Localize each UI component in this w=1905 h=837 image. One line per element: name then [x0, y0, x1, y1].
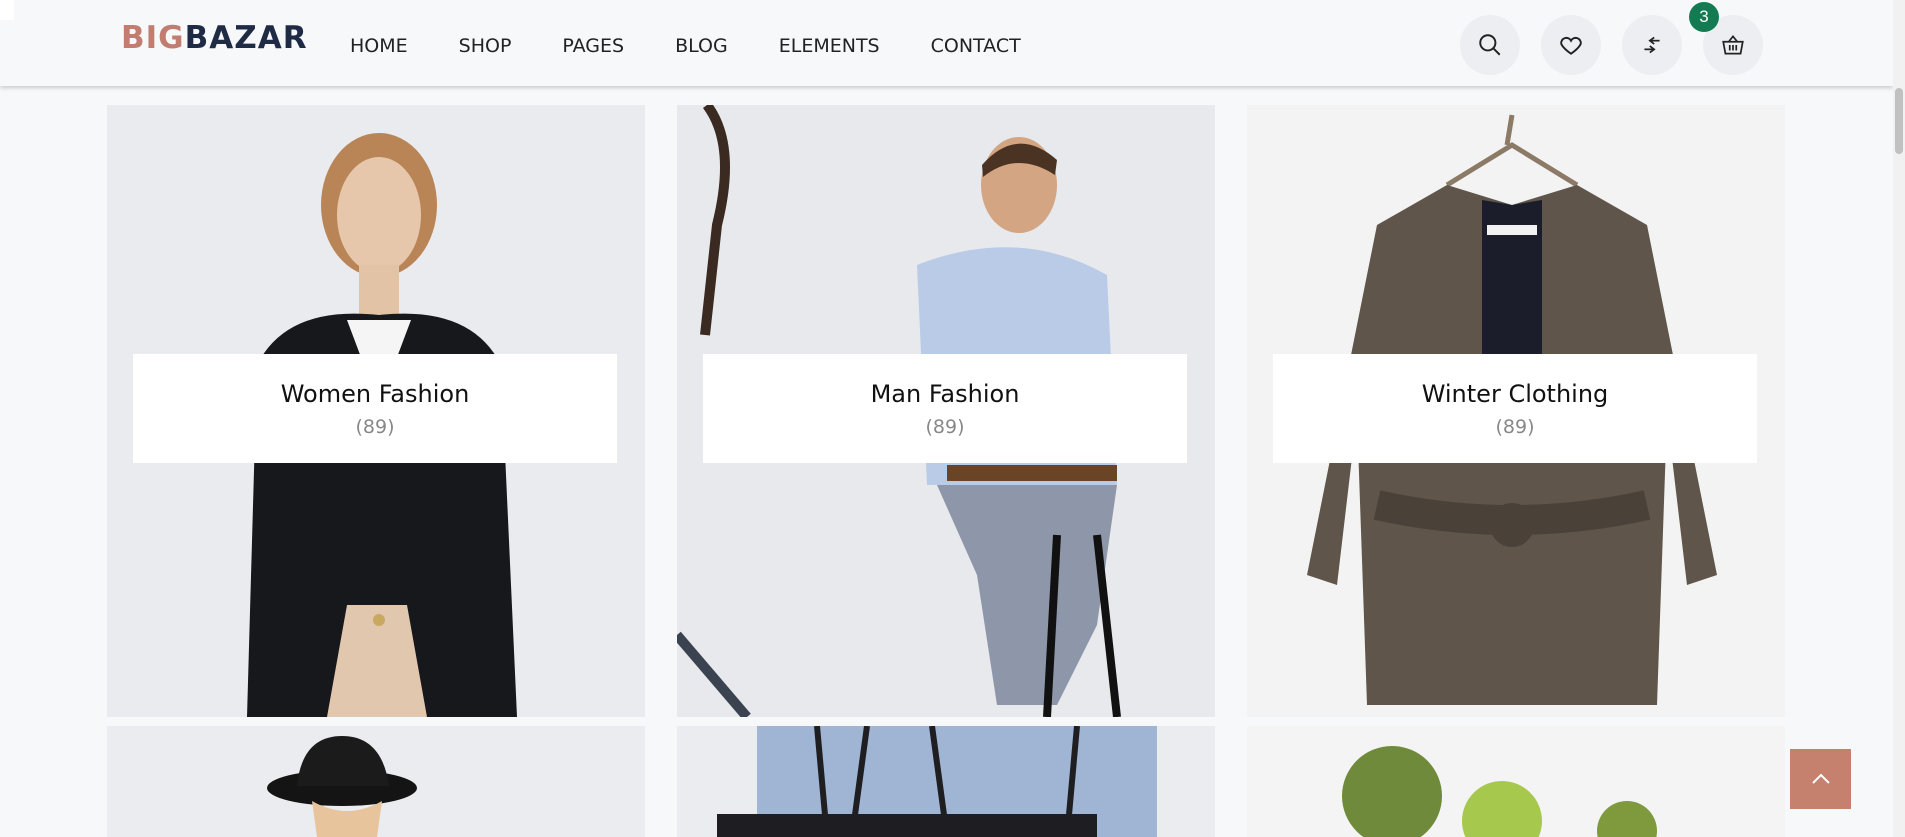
category-card-women[interactable]: Women Fashion (89) [107, 105, 645, 717]
page-scrollbar[interactable] [1893, 0, 1905, 837]
compare-icon [1644, 36, 1660, 54]
nav-item-pages[interactable]: PAGES [562, 32, 624, 60]
category-card-decor[interactable] [1247, 726, 1785, 837]
corner-mark [0, 0, 14, 20]
nav-item-shop[interactable]: SHOP [459, 32, 512, 60]
category-card-winter[interactable]: Winter Clothing (89) [1247, 105, 1785, 717]
brand-logo-part1: BIG [121, 20, 185, 56]
back-to-top-button[interactable] [1790, 749, 1851, 809]
nav-item-home[interactable]: HOME [350, 32, 408, 60]
compare-button[interactable] [1622, 15, 1682, 75]
category-title[interactable]: Man Fashion [703, 379, 1187, 409]
category-card-hats[interactable] [107, 726, 645, 837]
hat-model-image [107, 726, 645, 837]
main-nav: HOME SHOP PAGES BLOG ELEMENTS CONTACT [350, 32, 1072, 60]
wishlist-button[interactable] [1541, 15, 1601, 75]
brand-logo-part2: BAZAR [184, 20, 308, 56]
nav-item-elements[interactable]: ELEMENTS [779, 32, 880, 60]
category-title[interactable]: Winter Clothing [1273, 379, 1757, 409]
moss-balls-image [1247, 726, 1785, 837]
nav-item-contact[interactable]: CONTACT [931, 32, 1021, 60]
category-label: Man Fashion (89) [703, 354, 1187, 463]
nav-item-blog[interactable]: BLOG [675, 32, 728, 60]
search-icon [1479, 34, 1501, 56]
cart-count-badge: 3 [1689, 2, 1719, 32]
basket-icon [1722, 34, 1744, 55]
category-count: (89) [925, 416, 965, 438]
tote-bag-image [677, 726, 1215, 837]
scrollbar-thumb[interactable] [1895, 88, 1903, 154]
category-label: Women Fashion (89) [133, 354, 617, 463]
chevron-up-icon [1811, 773, 1830, 784]
heart-icon [1560, 36, 1582, 55]
category-card-bags[interactable] [677, 726, 1215, 837]
header-actions [1460, 15, 1784, 75]
category-label: Winter Clothing (89) [1273, 354, 1757, 463]
site-header: BIGBAZAR HOME SHOP PAGES BLOG ELEMENTS C… [0, 0, 1893, 86]
category-count: (89) [1495, 416, 1535, 438]
brand-logo[interactable]: BIGBAZAR [121, 18, 308, 58]
category-title[interactable]: Women Fashion [133, 379, 617, 409]
category-card-man[interactable]: Man Fashion (89) [677, 105, 1215, 717]
category-count: (89) [355, 416, 395, 438]
search-button[interactable] [1460, 15, 1520, 75]
